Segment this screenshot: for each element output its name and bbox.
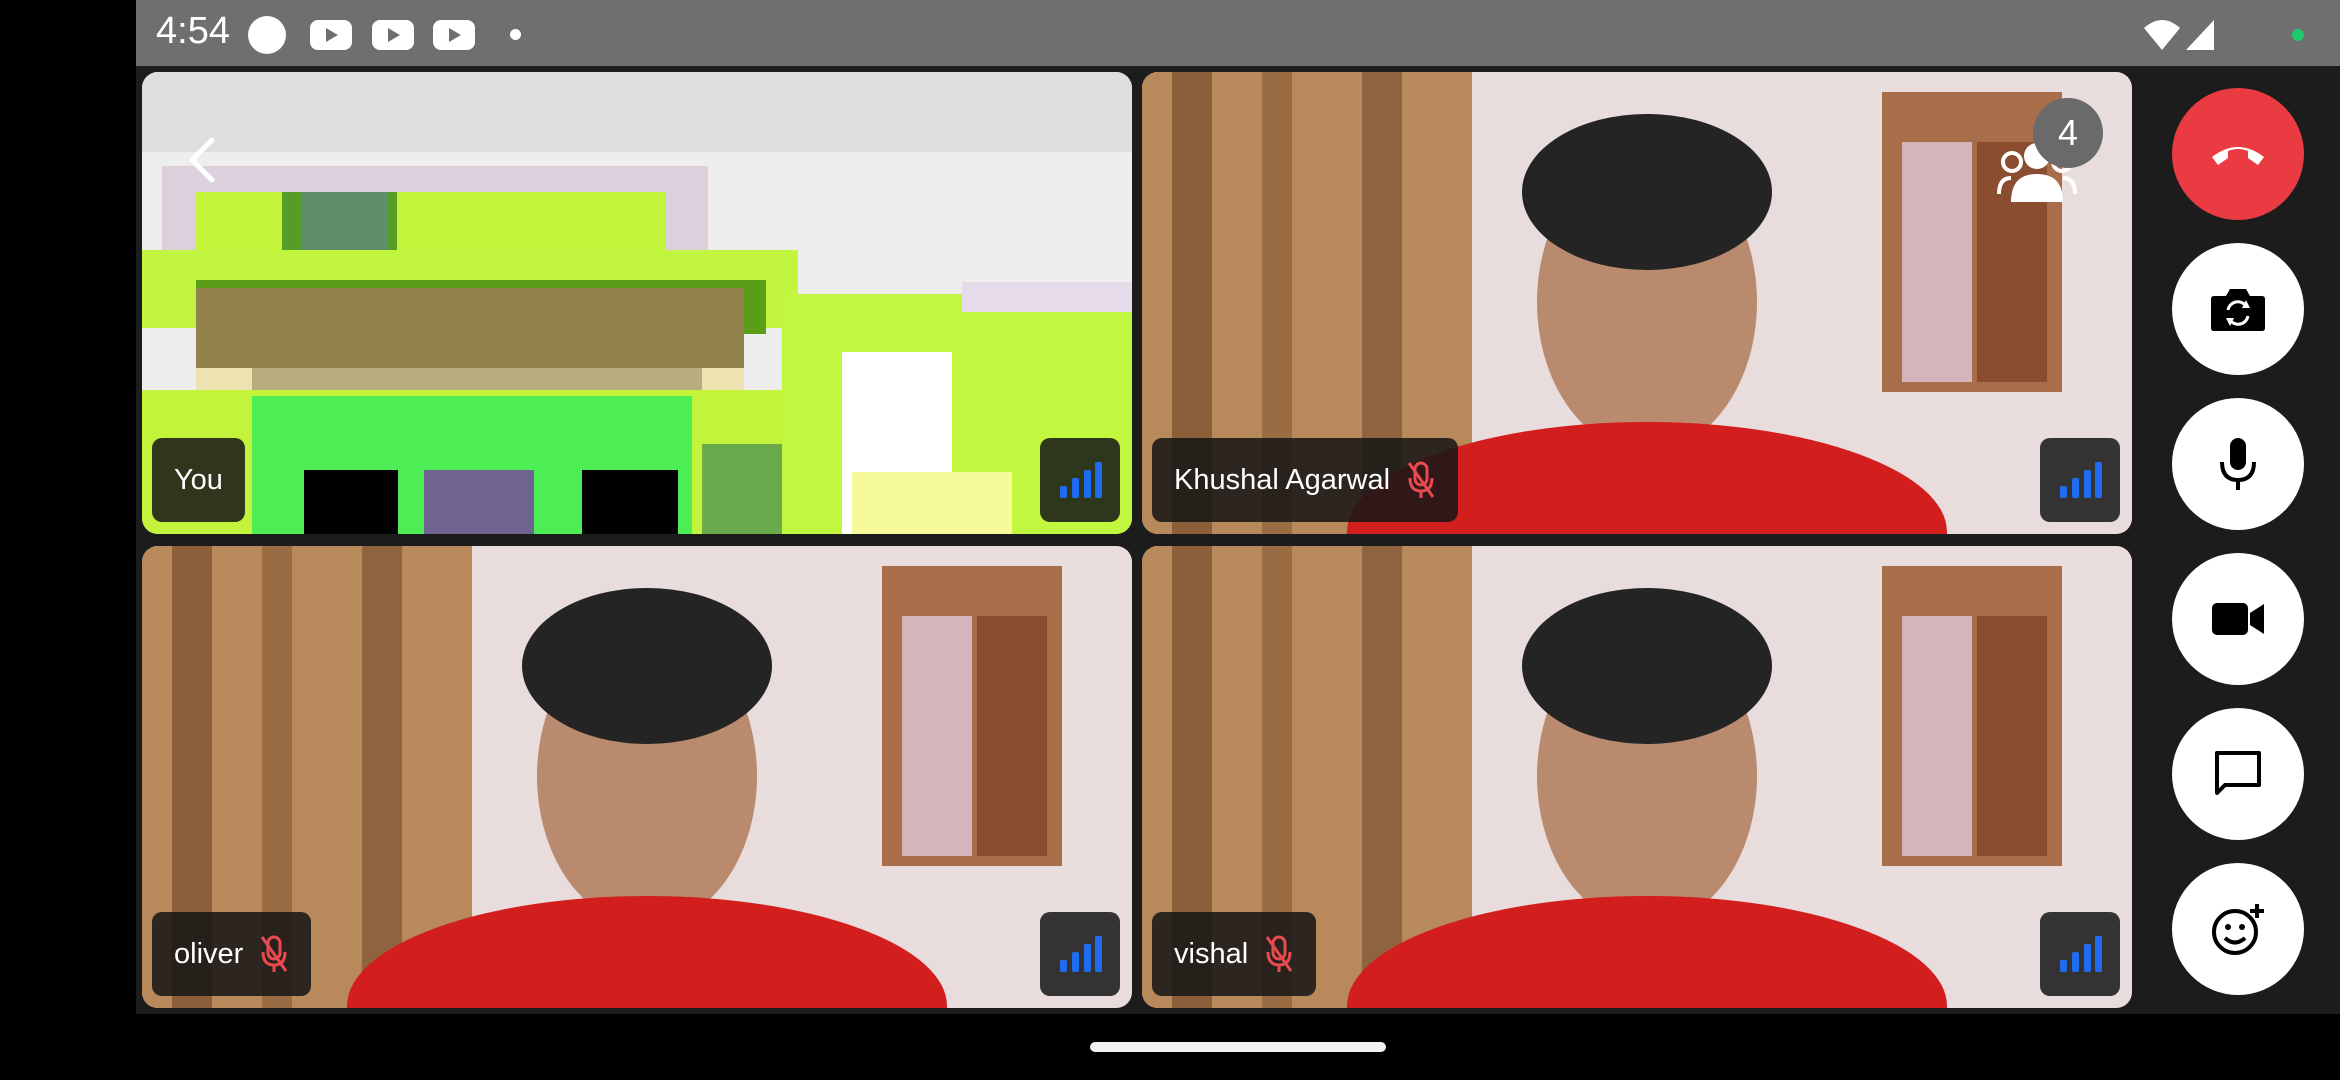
wifi-icon bbox=[2144, 20, 2180, 50]
participant-name-label: vishal bbox=[1152, 912, 1317, 996]
switch-camera-icon bbox=[2211, 289, 2265, 331]
status-bar: 4:54 bbox=[136, 0, 2340, 66]
participants-button[interactable]: 4 bbox=[1997, 98, 2103, 212]
chat-button[interactable] bbox=[2172, 708, 2304, 840]
call-controls bbox=[2136, 66, 2340, 1014]
add-reaction-button[interactable] bbox=[2172, 863, 2304, 995]
participant-count-badge: 4 bbox=[2033, 98, 2103, 168]
participant-name: oliver bbox=[174, 937, 244, 970]
participant-name-label: You bbox=[152, 438, 245, 522]
microphone-icon bbox=[2220, 438, 2256, 490]
youtube-icon bbox=[433, 20, 475, 50]
participant-name: You bbox=[174, 463, 223, 496]
local-video-feed bbox=[142, 72, 1132, 534]
status-time: 4:54 bbox=[156, 10, 230, 52]
cellular-signal-icon bbox=[2186, 20, 2214, 50]
participant-name: vishal bbox=[1174, 937, 1249, 970]
switch-camera-button[interactable] bbox=[2172, 243, 2304, 375]
participant-name-label: Khushal Agarwal bbox=[1152, 438, 1459, 522]
dot-icon bbox=[510, 29, 521, 40]
youtube-icon bbox=[372, 20, 414, 50]
add-reaction-icon bbox=[2212, 904, 2264, 955]
mic-muted-icon bbox=[259, 934, 289, 974]
video-camera-icon bbox=[2212, 603, 2264, 635]
video-tile-vishal[interactable]: vishal bbox=[1142, 546, 2132, 1008]
network-signal-icon bbox=[2040, 438, 2120, 522]
microphone-button[interactable] bbox=[2172, 398, 2304, 530]
circle-icon bbox=[248, 16, 286, 54]
video-grid: You 4 Khushal Agarwal oliver vishal bbox=[136, 66, 2136, 1014]
back-arrow-icon[interactable] bbox=[184, 136, 220, 184]
mic-muted-icon bbox=[1264, 934, 1294, 974]
video-tile-khushal-agarwal[interactable]: 4 Khushal Agarwal bbox=[1142, 72, 2132, 534]
network-signal-icon bbox=[2040, 912, 2120, 996]
video-camera-button[interactable] bbox=[2172, 553, 2304, 685]
mic-muted-icon bbox=[1406, 460, 1436, 500]
end-call-icon bbox=[2212, 147, 2264, 165]
green-dot-icon bbox=[2292, 29, 2304, 41]
youtube-icon bbox=[310, 20, 352, 50]
network-signal-icon bbox=[1040, 438, 1120, 522]
participant-name: Khushal Agarwal bbox=[1174, 463, 1391, 496]
network-signal-icon bbox=[1040, 912, 1120, 996]
end-call-button[interactable] bbox=[2172, 88, 2304, 220]
chat-icon bbox=[2215, 751, 2261, 795]
participant-name-label: oliver bbox=[152, 912, 312, 996]
video-tile-you[interactable]: You bbox=[142, 72, 1132, 534]
home-gesture-bar[interactable] bbox=[1090, 1042, 1386, 1052]
video-tile-oliver[interactable]: oliver bbox=[142, 546, 1132, 1008]
